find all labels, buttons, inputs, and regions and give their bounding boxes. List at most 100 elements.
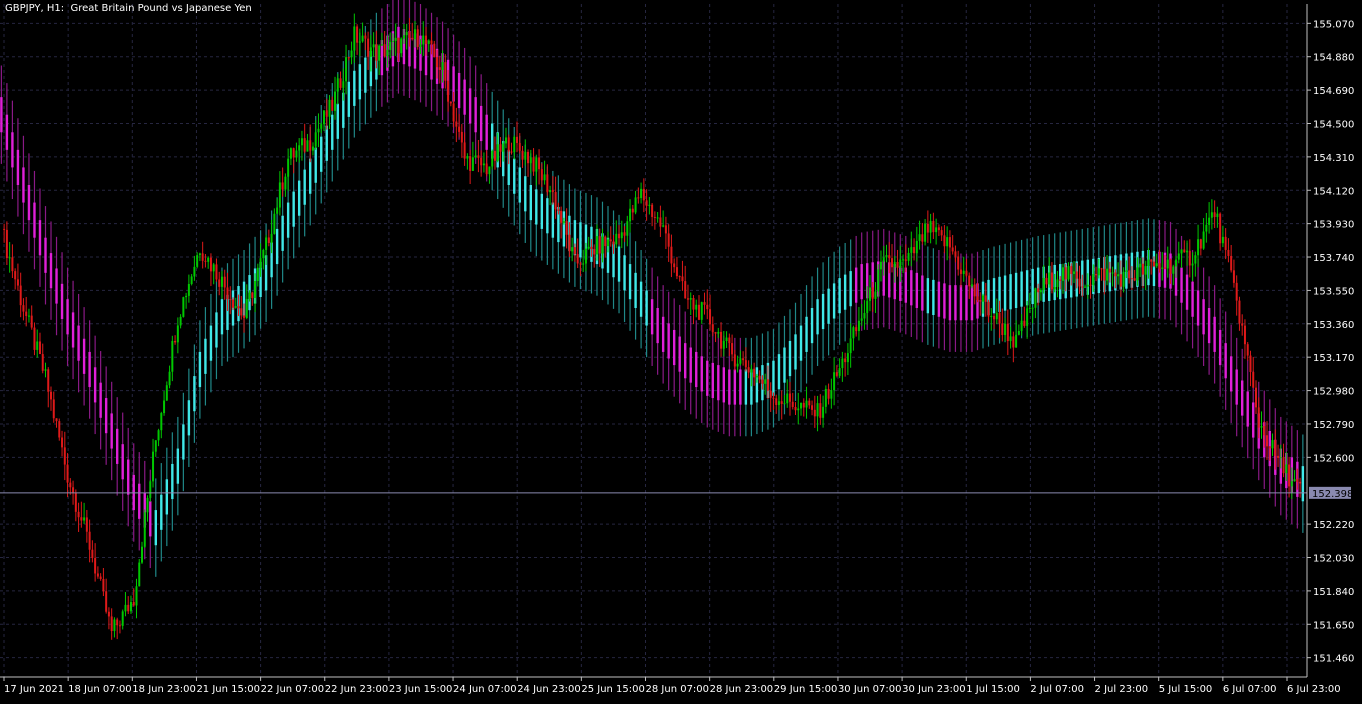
candle-body: [629, 208, 632, 222]
y-tick-label: 152.790: [1313, 420, 1354, 431]
candle-body: [1045, 277, 1048, 285]
candle-body: [118, 625, 121, 627]
candle-body: [706, 304, 709, 310]
candle-body: [295, 150, 298, 158]
candle-body: [1202, 231, 1205, 249]
candle-body: [369, 47, 372, 57]
candle-body: [948, 237, 951, 248]
candle-body: [19, 285, 22, 306]
candle-body: [1136, 267, 1139, 281]
candle-body: [675, 267, 678, 277]
candle-body: [546, 174, 549, 193]
candle-body: [1039, 290, 1042, 293]
candle-body: [532, 157, 535, 172]
candle-body: [507, 137, 510, 152]
candle-body: [1243, 325, 1246, 345]
candle-body: [1263, 426, 1266, 436]
candle-body: [540, 169, 543, 181]
candle-body: [298, 145, 301, 151]
candle-body: [1266, 435, 1269, 447]
price-chart[interactable]: 155.070 154.880 154.690 154.500 154.310 154.1…: [0, 0, 1362, 700]
candle-body: [653, 216, 656, 218]
candle-body: [152, 451, 155, 482]
candle-body: [844, 358, 847, 363]
candle-body: [736, 363, 739, 367]
candle-body: [1061, 267, 1064, 281]
chart-area[interactable]: 155.070 154.880 154.690 154.500 154.310 154.1…: [0, 0, 1362, 700]
candle-body: [1073, 271, 1076, 274]
candle-body: [979, 300, 982, 302]
candle-body: [50, 391, 53, 400]
candle-body: [154, 440, 157, 452]
candle-body: [1078, 278, 1081, 287]
candle-body: [265, 237, 268, 250]
candle-body: [728, 337, 731, 344]
candle-body: [684, 281, 687, 299]
candle-body: [485, 163, 488, 175]
candle-body: [915, 240, 918, 254]
candle-body: [1042, 277, 1045, 291]
x-tick-label: 28 Jun 07:00: [646, 684, 710, 695]
candle-body: [990, 316, 993, 318]
candle-body: [755, 375, 758, 378]
candle-body: [278, 182, 281, 208]
candle-body: [88, 531, 91, 550]
candle-body: [325, 110, 328, 117]
candle-body: [1274, 440, 1277, 456]
candle-body: [127, 604, 130, 612]
x-tick-label: 29 Jun 15:00: [774, 684, 838, 695]
candle-body: [681, 276, 684, 282]
candle-body: [846, 353, 849, 363]
candle-body: [411, 37, 414, 40]
candle-body: [800, 402, 803, 409]
candle-body: [367, 38, 370, 57]
candle-body: [163, 400, 166, 414]
candle-body: [1086, 284, 1089, 287]
candle-body: [259, 258, 262, 268]
y-tick-label: 154.690: [1313, 86, 1354, 97]
candle-body: [1111, 272, 1114, 274]
candle-body: [968, 275, 971, 287]
candle-body: [25, 311, 28, 316]
candle-body: [33, 327, 36, 350]
candle-body: [413, 29, 416, 40]
candle-body: [353, 26, 356, 51]
candle-body: [190, 276, 193, 284]
candle-body: [1219, 213, 1222, 244]
candle-body: [1015, 334, 1018, 348]
candle-body: [970, 284, 973, 287]
candle-body: [262, 249, 265, 259]
x-tick-label: 23 Jun 15:00: [389, 684, 453, 695]
candle-body: [700, 302, 703, 320]
candle-body: [30, 315, 33, 328]
candle-body: [77, 511, 80, 518]
candle-body: [932, 221, 935, 233]
candle-body: [1279, 457, 1282, 459]
candle-body: [1141, 263, 1144, 275]
candle-body: [47, 369, 50, 392]
candle-body: [535, 157, 538, 172]
candle-body: [1290, 481, 1293, 487]
candle-body: [954, 251, 957, 257]
candle-body: [408, 32, 411, 38]
candle-body: [645, 200, 648, 206]
candle-body: [427, 40, 430, 44]
candle-body: [1117, 274, 1120, 277]
candle-body: [510, 151, 513, 153]
candle-body: [1009, 336, 1012, 342]
candle-body: [1232, 270, 1235, 283]
candle-body: [709, 309, 712, 325]
candle-body: [604, 236, 607, 247]
candle-body: [1050, 272, 1053, 290]
candle-body: [1166, 259, 1169, 269]
candle-body: [380, 44, 383, 46]
candle-body: [105, 591, 108, 612]
candle-body: [518, 142, 521, 151]
candle-body: [1122, 271, 1125, 287]
candle-body: [141, 546, 144, 563]
candle-body: [248, 292, 251, 299]
candle-body: [1095, 274, 1098, 276]
candle-body: [474, 155, 477, 158]
candle-body: [720, 331, 723, 349]
candle-body: [350, 50, 353, 58]
